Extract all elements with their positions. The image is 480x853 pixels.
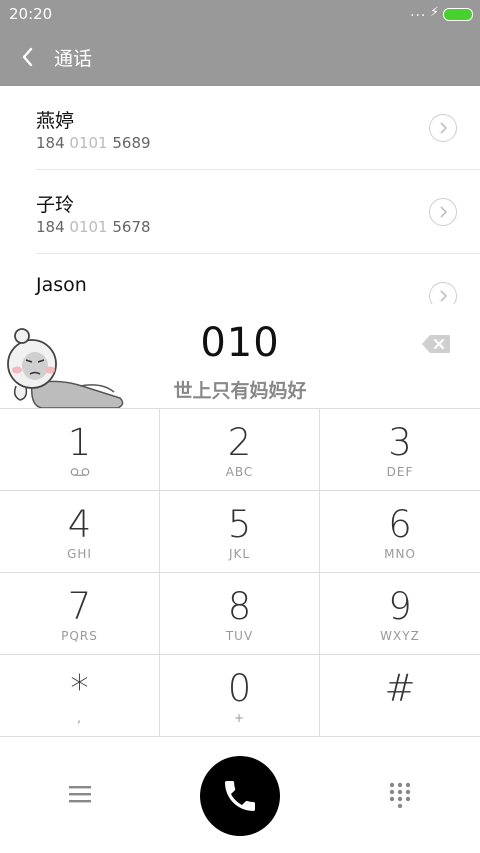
key-digit: * — [70, 667, 89, 710]
number-match-highlight: 0101 — [69, 218, 108, 236]
contact-item[interactable]: Jason — [0, 254, 480, 304]
contact-item[interactable]: 燕婷 184 0101 5689 — [0, 86, 480, 170]
phone-icon — [225, 781, 255, 811]
key-9[interactable]: 9 WXYZ — [320, 573, 480, 655]
key-letters: ABC — [225, 465, 254, 479]
key-digit: 7 — [67, 585, 92, 628]
key-8[interactable]: 8 TUV — [160, 573, 320, 655]
contact-name: 燕婷 — [36, 110, 75, 132]
dialpad-toggle-button[interactable] — [388, 782, 412, 809]
key-digit: 9 — [388, 585, 412, 628]
contact-item[interactable]: 子玲 184 0101 5678 — [0, 170, 480, 254]
menu-button[interactable] — [67, 782, 93, 806]
key-letters: + — [233, 711, 246, 725]
voicemail-icon — [0, 465, 159, 480]
key-2[interactable]: 2 ABC — [160, 409, 320, 491]
contact-detail-button[interactable] — [429, 114, 457, 142]
contact-detail-button[interactable] — [429, 282, 457, 304]
status-bar: 20:20 ... ⚡ — [0, 0, 480, 28]
key-star[interactable]: * , — [0, 655, 160, 737]
page-title: 通话 — [54, 48, 93, 70]
menu-icon — [69, 786, 91, 803]
number-match-highlight: 0101 — [69, 134, 108, 152]
contact-number: 184 0101 5689 — [36, 134, 151, 152]
back-arrow-icon — [22, 47, 33, 67]
charging-icon: ⚡ — [430, 5, 440, 20]
key-hash[interactable]: # — [320, 655, 480, 737]
key-digit: 2 — [227, 421, 252, 464]
key-letters: DEF — [386, 465, 414, 479]
matched-contact-text: 世上只有妈妈好 — [173, 380, 307, 402]
key-digit: 0 — [227, 667, 252, 710]
key-digit: # — [384, 667, 416, 710]
key-digit: 3 — [388, 421, 412, 464]
key-7[interactable]: 7 PQRS — [0, 573, 160, 655]
key-letters: GHI — [67, 547, 92, 561]
key-letters: , — [77, 711, 82, 725]
app-header: 通话 — [0, 28, 480, 86]
contact-detail-button[interactable] — [429, 198, 457, 226]
key-1[interactable]: 1 — [0, 409, 160, 491]
key-3[interactable]: 3 DEF — [320, 409, 480, 491]
key-0[interactable]: 0 + — [160, 655, 320, 737]
call-button[interactable] — [200, 756, 280, 836]
contact-number: 184 0101 5678 — [36, 218, 151, 236]
dialpad-icon — [389, 782, 411, 809]
dial-keypad: 1 2 ABC 3 DEF 4 GHI 5 JKL 6 MNO 7 PQRS 8… — [0, 408, 480, 738]
key-letters: TUV — [225, 629, 254, 643]
key-digit: 6 — [388, 503, 412, 546]
back-button[interactable] — [14, 42, 44, 72]
key-letters: MNO — [384, 547, 416, 561]
backspace-icon — [422, 335, 450, 353]
battery-icon — [443, 8, 473, 21]
chevron-right-circle-icon — [440, 290, 448, 302]
chevron-right-circle-icon — [440, 122, 448, 134]
status-time: 20:20 — [9, 5, 53, 23]
bottom-action-bar — [0, 738, 480, 853]
key-digit: 4 — [67, 503, 92, 546]
backspace-button[interactable] — [421, 334, 451, 354]
contact-name: Jason — [36, 274, 87, 296]
dial-display: 010 世上只有妈妈好 — [0, 304, 480, 409]
key-digit: 8 — [227, 585, 252, 628]
contact-name: 子玲 — [36, 194, 75, 216]
key-letters: WXYZ — [380, 629, 420, 643]
signal-dots-icon: ... — [410, 4, 427, 20]
contact-suggestion-list: 燕婷 184 0101 5689 子玲 184 0101 5678 Jason — [0, 86, 480, 304]
key-5[interactable]: 5 JKL — [160, 491, 320, 573]
key-4[interactable]: 4 GHI — [0, 491, 160, 573]
key-6[interactable]: 6 MNO — [320, 491, 480, 573]
key-letters: JKL — [228, 547, 251, 561]
dialed-number-display: 010 — [200, 320, 280, 366]
key-letters: PQRS — [61, 629, 98, 643]
key-digit: 1 — [67, 421, 92, 464]
key-digit: 5 — [227, 503, 252, 546]
chevron-right-circle-icon — [440, 206, 448, 218]
